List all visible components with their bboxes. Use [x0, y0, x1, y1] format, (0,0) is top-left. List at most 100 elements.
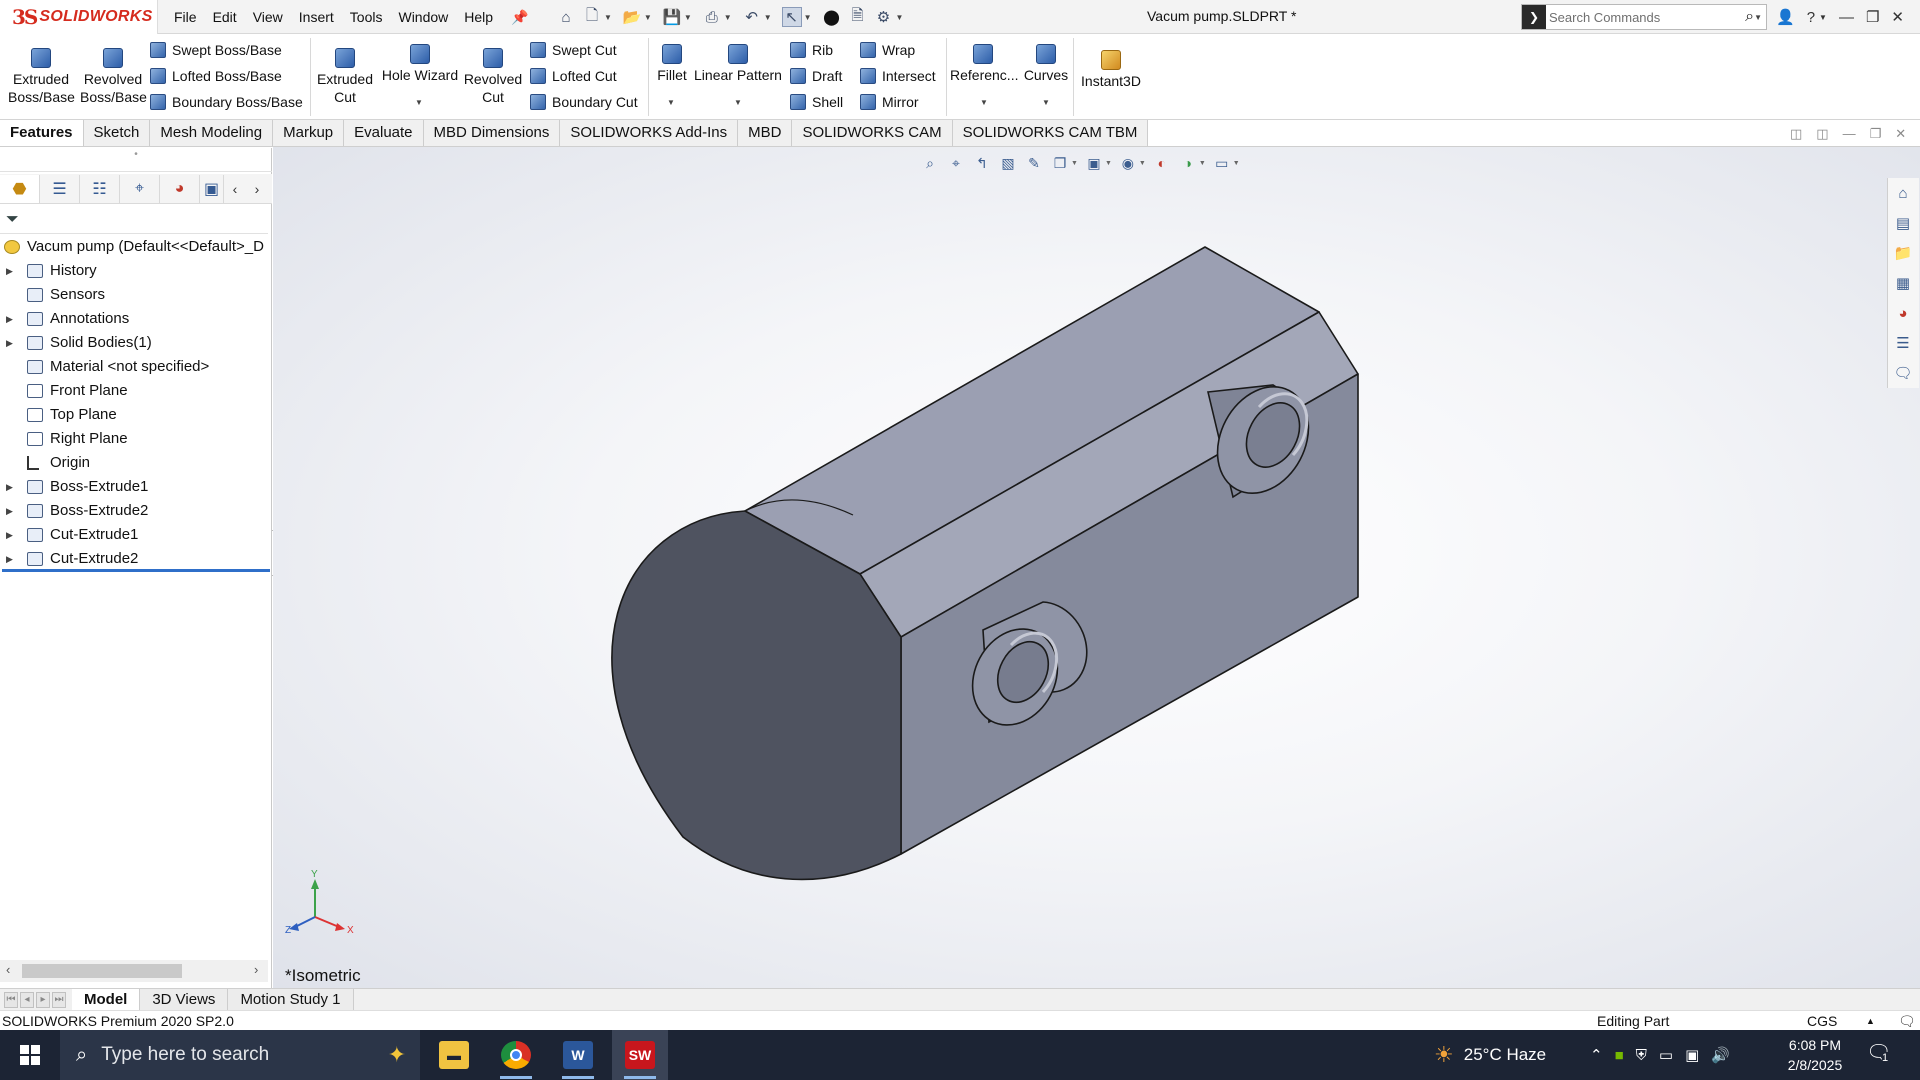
chevron-down-icon[interactable]: ▼: [644, 13, 652, 22]
volume-icon[interactable]: 🔊: [1711, 1046, 1730, 1064]
taskbar-word[interactable]: W: [550, 1030, 606, 1080]
model-view[interactable]: [273, 147, 1920, 989]
tab-motion-study[interactable]: Motion Study 1: [228, 988, 354, 1011]
section-view-icon[interactable]: ▧: [998, 153, 1018, 173]
dimxpert-manager-tab-icon[interactable]: ⌖: [120, 174, 160, 203]
chevron-up-icon[interactable]: ▲: [1866, 1011, 1875, 1031]
open-folder-icon[interactable]: 📂: [622, 7, 642, 27]
expand-arrow-icon[interactable]: ▶: [6, 499, 16, 523]
chevron-left-icon[interactable]: ‹: [224, 181, 246, 197]
tab-3d-views[interactable]: 3D Views: [140, 988, 229, 1011]
hole-wizard-button[interactable]: Hole Wizard: [380, 44, 460, 84]
tree-item-solid-bodies[interactable]: ▶ Solid Bodies(1): [0, 331, 272, 355]
design-library-icon[interactable]: ▤: [1888, 208, 1918, 238]
view-palette-icon[interactable]: ▦: [1888, 268, 1918, 298]
swept-cut-button[interactable]: Swept Cut: [530, 42, 617, 58]
tab-markup[interactable]: Markup: [273, 120, 345, 146]
boundary-boss-button[interactable]: Boundary Boss/Base: [150, 94, 303, 110]
view-settings-icon[interactable]: ▭: [1212, 153, 1232, 173]
help-icon[interactable]: ?: [1807, 9, 1815, 26]
restore-icon[interactable]: ❐: [1866, 8, 1879, 26]
search-commands-box[interactable]: ❯ Search Commands ⌕ ▼: [1521, 4, 1767, 30]
chevron-down-icon[interactable]: ▼: [804, 13, 812, 22]
tab-model[interactable]: Model: [72, 988, 141, 1011]
dynamic-annotation-icon[interactable]: ✎: [1024, 153, 1044, 173]
configuration-manager-tab-icon[interactable]: ☷: [80, 174, 120, 203]
first-tab-icon[interactable]: ⏮: [4, 991, 18, 1008]
solidworks-resources-icon[interactable]: ⌂: [1888, 178, 1918, 208]
tree-item-material[interactable]: Material <not specified>: [0, 355, 272, 379]
chevron-down-icon[interactable]: ▼: [724, 13, 732, 22]
wrap-button[interactable]: Wrap: [860, 42, 915, 58]
rib-button[interactable]: Rib: [790, 42, 833, 58]
linear-pattern-button[interactable]: Linear Pattern: [692, 44, 784, 84]
tab-evaluate[interactable]: Evaluate: [344, 120, 424, 146]
lofted-cut-button[interactable]: Lofted Cut: [530, 68, 617, 84]
scroll-thumb[interactable]: [22, 964, 182, 978]
nvidia-icon[interactable]: ■: [1615, 1047, 1624, 1064]
search-icon[interactable]: ⌕: [1745, 8, 1754, 26]
tab-mbd-dimensions[interactable]: MBD Dimensions: [423, 120, 561, 146]
tree-item-top-plane[interactable]: Top Plane: [0, 403, 272, 427]
chevron-down-icon[interactable]: ▼: [980, 98, 988, 107]
chevron-down-icon[interactable]: ▼: [1105, 160, 1112, 167]
forum-icon[interactable]: 🗨: [1888, 358, 1918, 388]
shell-button[interactable]: Shell: [790, 94, 843, 110]
weather-widget[interactable]: ☀ 25°C Haze: [1434, 1030, 1546, 1080]
tree-item-sensors[interactable]: Sensors: [0, 283, 272, 307]
menu-edit[interactable]: Edit: [213, 9, 237, 25]
zoom-to-fit-icon[interactable]: ⌕: [920, 153, 940, 173]
unit-system-selector[interactable]: CGS: [1807, 1011, 1837, 1031]
intersect-button[interactable]: Intersect: [860, 68, 936, 84]
close-icon[interactable]: ✕: [1891, 8, 1904, 26]
chevron-down-icon[interactable]: ▼: [604, 13, 612, 22]
user-icon[interactable]: 👤: [1776, 8, 1795, 26]
expand-arrow-icon[interactable]: ▶: [6, 307, 16, 331]
chevron-down-icon[interactable]: ▼: [1199, 160, 1206, 167]
next-tab-icon[interactable]: ▸: [36, 991, 50, 1008]
panel-grip-handle[interactable]: •: [0, 148, 272, 172]
extruded-cut-button[interactable]: Extruded Cut: [314, 48, 376, 106]
horizontal-scrollbar[interactable]: ‹ ›: [0, 960, 268, 982]
zoom-to-area-icon[interactable]: ⌖: [946, 153, 966, 173]
display-style-icon[interactable]: ▣: [1084, 153, 1104, 173]
tab-sketch[interactable]: Sketch: [83, 120, 151, 146]
menu-file[interactable]: File: [174, 9, 197, 25]
tooltip-bubble-icon[interactable]: 🗨: [1898, 1011, 1916, 1031]
last-tab-icon[interactable]: ⏭: [52, 991, 66, 1008]
file-explorer-icon[interactable]: 📁: [1888, 238, 1918, 268]
filter-icon[interactable]: ⏷: [0, 206, 268, 234]
options-gear-icon[interactable]: ⚙: [874, 7, 894, 27]
tree-item-boss-extrude2[interactable]: ▶ Boss-Extrude2: [0, 499, 272, 523]
swept-boss-button[interactable]: Swept Boss/Base: [150, 42, 282, 58]
property-manager-tab-icon[interactable]: ☰: [40, 174, 80, 203]
chevron-down-icon[interactable]: ▼: [415, 98, 423, 107]
custom-properties-icon[interactable]: ☰: [1888, 328, 1918, 358]
tree-item-history[interactable]: ▶ History: [0, 259, 272, 283]
scroll-left-arrow-icon[interactable]: ‹: [6, 962, 10, 977]
solidworks-logo[interactable]: 3S SOLIDWORKS: [0, 0, 158, 34]
previous-tab-icon[interactable]: ◂: [20, 991, 34, 1008]
expand-arrow-icon[interactable]: ▶: [6, 475, 16, 499]
monitor-icon[interactable]: ▭: [1659, 1046, 1673, 1064]
draft-button[interactable]: Draft: [790, 68, 842, 84]
menu-help[interactable]: Help: [464, 9, 493, 25]
revolved-boss-button[interactable]: Revolved Boss/Base: [80, 48, 147, 106]
camera-icon[interactable]: ▣: [1685, 1046, 1699, 1064]
fillet-button[interactable]: Fillet: [652, 44, 692, 84]
minimize-icon[interactable]: —: [1839, 9, 1854, 26]
previous-view-icon[interactable]: ↰: [972, 153, 992, 173]
chevron-down-icon[interactable]: ▼: [1042, 98, 1050, 107]
tab-solidworks-addins[interactable]: SOLIDWORKS Add-Ins: [560, 120, 739, 146]
lofted-boss-button[interactable]: Lofted Boss/Base: [150, 68, 282, 84]
mirror-button[interactable]: Mirror: [860, 94, 919, 110]
tab-features[interactable]: Features: [0, 120, 84, 146]
chevron-down-icon[interactable]: ▼: [896, 13, 904, 22]
taskbar-chrome[interactable]: [488, 1030, 544, 1080]
file-properties-icon[interactable]: 🗎: [848, 7, 868, 27]
save-icon[interactable]: 💾: [662, 7, 682, 27]
pin-icon[interactable]: 📌: [511, 9, 528, 26]
viewport-tile-left-icon[interactable]: ◫: [1790, 126, 1802, 142]
menu-insert[interactable]: Insert: [299, 9, 334, 25]
print-icon[interactable]: ⎙: [702, 7, 722, 27]
